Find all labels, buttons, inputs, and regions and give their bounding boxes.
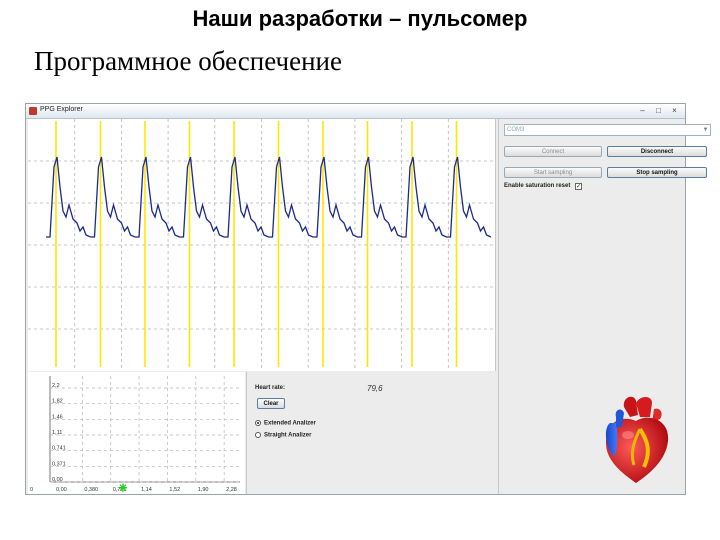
stop-sampling-button[interactable]: Stop sampling [607,167,707,178]
saturation-reset-checkbox[interactable]: ✓ [575,183,582,190]
saturation-reset-label: Enable saturation reset [504,183,571,189]
clear-button[interactable]: Clear [257,398,285,409]
scatter-svg: 2,21,821,461,110,7410,3710,000 0,00 0,380 0… [30,376,240,493]
port-select-value: COM3 [507,127,525,133]
connect-button[interactable]: Connect [504,146,602,157]
scatter-plot: 2,2 1,82 1,46 1,11 0,741 0,371 0,00 0 0,00 0,380 0… [28,372,245,494]
heart-rate-value: 79,6 [367,384,383,393]
start-sampling-button[interactable]: Start sampling [504,167,602,178]
y-tick-label: 0,371 [52,461,66,467]
y-tick-label: 0,00 [52,477,63,483]
radio-selected-icon [255,420,261,426]
x-tick-label: 2,28 [226,487,237,493]
title-bar: PPG Explorer – □ × [26,104,685,119]
app-window: PPG Explorer – □ × 2,2 1,82 1,46 1,11 0,741 0… [25,103,711,495]
slide-title: Наши разработки – пульсомер [192,6,528,31]
radio-straight-analizer[interactable]: Straight Analizer [255,432,311,439]
analyzer-panel: Heart rate: 79,6 Clear Extended Analizer… [246,372,497,494]
ppg-waveform-plot [28,119,496,371]
app-icon [29,107,37,115]
y-tick-label: 2,2 [52,383,60,389]
x-tick-label: 1,90 [198,487,209,493]
radio-label: Extended Analizer [264,420,316,427]
radio-label: Straight Analizer [264,432,312,439]
disconnect-button[interactable]: Disconnect [607,146,707,157]
port-select[interactable]: COM3 ▼ [504,124,711,136]
maximize-button[interactable]: □ [653,106,664,115]
x-tick-label: 0 [30,487,33,493]
window-title: PPG Explorer [40,106,83,113]
y-tick-label: 1,82 [52,399,63,405]
x-tick-label: 1,52 [169,487,180,493]
heart-rate-label: Heart rate: [255,385,286,391]
radio-unselected-icon [255,432,261,438]
y-tick-label: 1,11 [52,430,62,436]
ppg-waveform-svg [28,119,495,371]
y-tick-label: 1,46 [52,414,63,420]
y-tick-label: 0,741 [52,446,66,452]
heart-illustration [605,396,669,483]
x-tick-label: 1,14 [141,487,152,493]
x-tick-label: 0,380 [84,487,98,493]
x-tick-label: 0,00 [56,487,67,493]
close-button[interactable]: × [669,106,680,115]
ppg-signal-line [46,156,492,238]
minimize-button[interactable]: – [637,106,648,115]
slide-subtitle: Программное обеспечение [34,46,342,76]
chevron-down-icon: ▼ [702,127,709,133]
radio-extended-analizer[interactable]: Extended Analizer [255,420,316,427]
